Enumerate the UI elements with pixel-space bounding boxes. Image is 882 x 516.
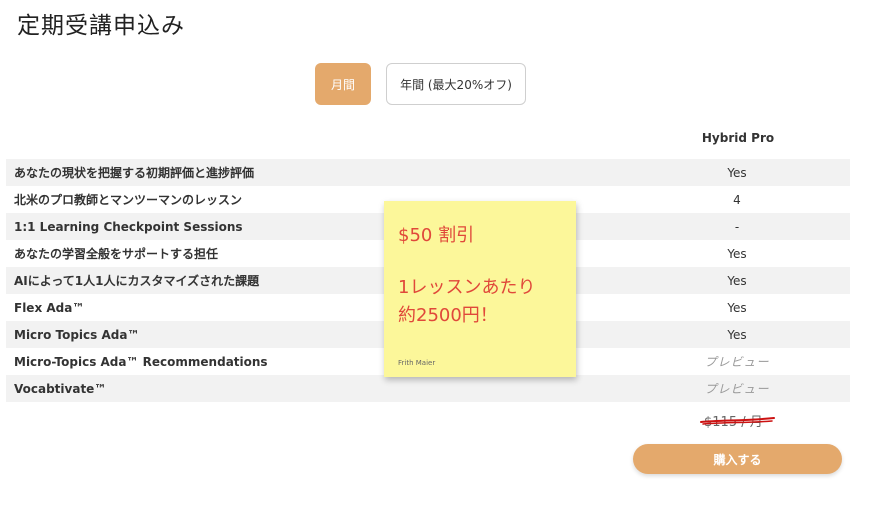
feature-name: Vocabtivate™ <box>14 381 107 396</box>
purchase-button[interactable]: 購入する <box>633 444 842 474</box>
sticky-note-discount: $50 割引 <box>398 225 475 246</box>
table-row: あなたの現状を把握する初期評価と進捗評価 Yes <box>6 159 850 186</box>
feature-value: 4 <box>733 192 741 207</box>
feature-value: Yes <box>727 300 747 315</box>
feature-value: - <box>734 219 740 234</box>
feature-value: Yes <box>727 327 747 342</box>
monthly-toggle-button[interactable]: 月間 <box>315 63 371 105</box>
feature-value: プレビュー <box>704 382 770 396</box>
feature-value: プレビュー <box>704 355 770 369</box>
feature-value: Yes <box>727 246 747 261</box>
sticky-note-line2: 1レッスンあたり <box>398 277 536 298</box>
feature-value: Yes <box>727 165 747 180</box>
sticky-note-line3: 約2500円！ <box>398 305 498 326</box>
feature-value: Yes <box>727 273 747 288</box>
sticky-note-author: Frith Maier <box>398 359 436 367</box>
table-row: Vocabtivate™ プレビュー <box>6 375 850 402</box>
sticky-note: $50 割引 1レッスンあたり 約2500円！ Frith Maier <box>384 201 576 377</box>
page-title: 定期受講申込み <box>17 13 185 39</box>
annual-toggle-button[interactable]: 年間 (最大20%オフ) <box>386 63 526 105</box>
feature-name: あなたの現状を把握する初期評価と進捗評価 <box>14 166 255 180</box>
price-label: $115 / 月 <box>704 415 763 430</box>
plan-name-header: Hybrid Pro <box>701 131 775 145</box>
